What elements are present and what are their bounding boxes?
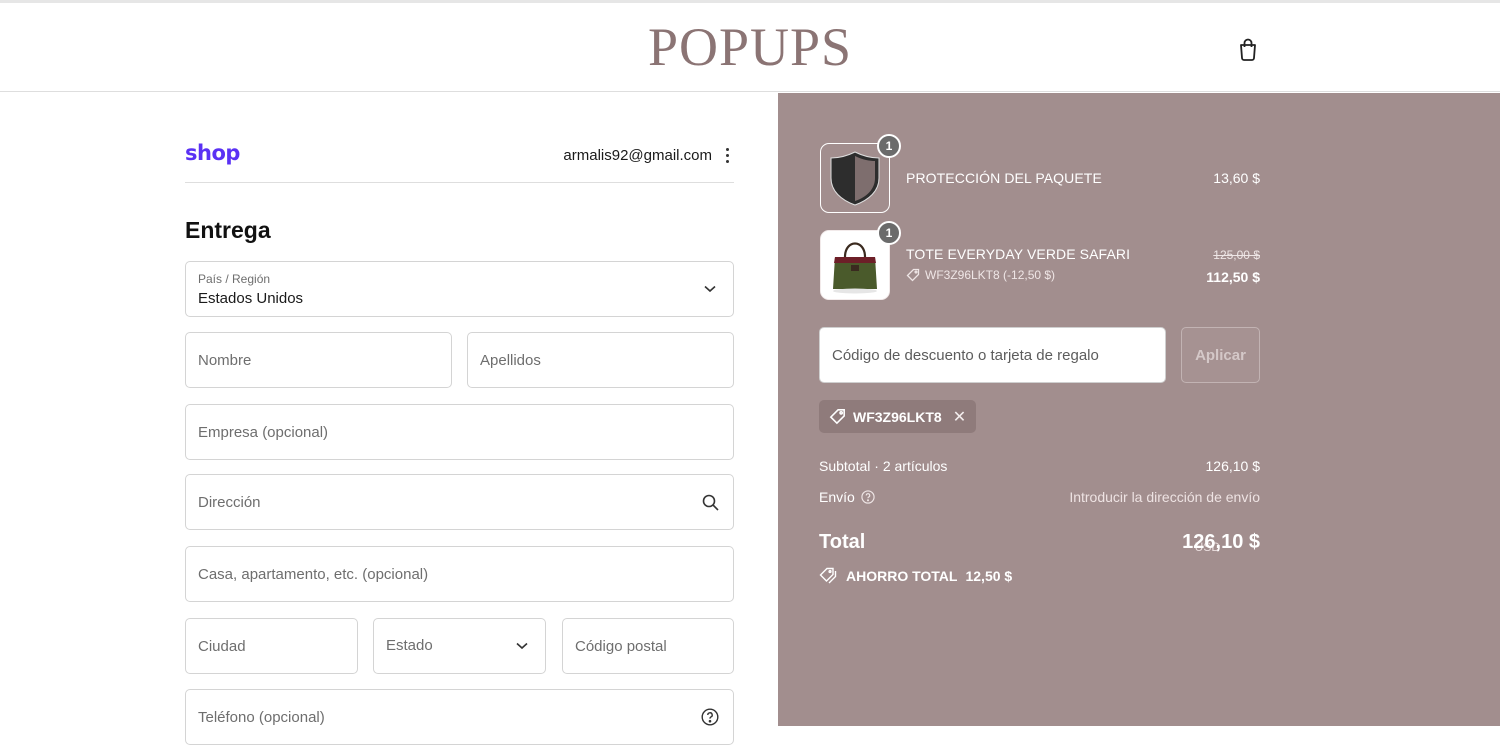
discount-input[interactable] [832, 328, 1152, 382]
address-input[interactable] [198, 475, 695, 529]
item-original-price: 125,00 $ [1213, 248, 1260, 262]
applied-code: WF3Z96LKT8 [853, 408, 942, 425]
delivery-title: Entrega [185, 217, 271, 243]
country-value: Estados Unidos [198, 290, 304, 307]
shipping-value: Introducir la dirección de envío [1069, 489, 1260, 505]
tag-icon [906, 268, 920, 282]
shipping-label: Envío [819, 489, 855, 505]
zip-input[interactable] [575, 619, 695, 673]
state-select[interactable]: Estado [373, 618, 546, 674]
site-header: POPUPS [0, 3, 1500, 92]
first-name-field[interactable] [185, 332, 452, 388]
country-select[interactable]: País / Región Estados Unidos [185, 261, 734, 317]
item-name: TOTE EVERYDAY VERDE SAFARI [906, 246, 1131, 262]
tags-icon [819, 567, 837, 584]
shield-icon [830, 151, 880, 206]
state-label: Estado [386, 637, 433, 654]
city-field[interactable] [185, 618, 358, 674]
subtotal-value: 126,10 $ [1205, 458, 1261, 474]
total-value: 126,10 $ [1182, 531, 1260, 553]
quantity-badge: 1 [877, 221, 901, 245]
total-label: Total [819, 531, 866, 553]
help-icon[interactable] [861, 490, 875, 504]
tag-icon [829, 409, 845, 425]
chevron-down-icon [513, 637, 531, 655]
tote-bag-image [821, 231, 889, 299]
last-name-field[interactable] [467, 332, 734, 388]
total-savings: AHORRO TOTAL 12,50 $ [819, 567, 1012, 584]
discount-field[interactable] [819, 327, 1166, 383]
subtotal-label: Subtotal · 2 artículos [819, 458, 948, 474]
item-name: PROTECCIÓN DEL PAQUETE [906, 170, 1102, 186]
account-email: armalis92@gmail.com [563, 147, 712, 164]
item-thumbnail: 1 [820, 134, 901, 213]
checkout-form: shop armalis92@gmail.com Entrega País / … [0, 93, 778, 745]
shop-pay-logo: shop [185, 141, 240, 165]
applied-code-chip: WF3Z96LKT8 ✕ [819, 400, 977, 433]
shop-account-bar: shop armalis92@gmail.com [185, 137, 734, 183]
item-discount: WF3Z96LKT8 (-12,50 $) [906, 268, 1055, 282]
search-icon [701, 493, 719, 511]
help-icon[interactable] [701, 708, 719, 726]
remove-code-icon[interactable]: ✕ [953, 407, 966, 427]
quantity-badge: 1 [877, 134, 901, 158]
store-logo[interactable]: POPUPS [0, 17, 1500, 77]
last-name-input[interactable] [480, 333, 695, 387]
savings-label: AHORRO TOTAL [846, 567, 958, 584]
item-thumbnail: 1 [820, 221, 901, 300]
city-input[interactable] [198, 619, 319, 673]
phone-input[interactable] [198, 690, 695, 744]
apartment-field[interactable] [185, 546, 734, 602]
shipping-row-label: Envío [819, 489, 875, 505]
apply-button[interactable]: Aplicar [1181, 327, 1260, 383]
first-name-input[interactable] [198, 333, 413, 387]
country-label: País / Región [198, 272, 271, 286]
zip-field[interactable] [562, 618, 734, 674]
phone-field[interactable] [185, 689, 734, 745]
company-input[interactable] [198, 405, 695, 459]
item-discount-code: WF3Z96LKT8 (-12,50 $) [925, 268, 1056, 282]
apartment-input[interactable] [198, 547, 695, 601]
more-options-icon[interactable] [720, 145, 734, 165]
savings-value: 12,50 $ [965, 567, 1013, 584]
company-field[interactable] [185, 404, 734, 460]
item-price: 13,60 $ [1213, 170, 1260, 186]
shopping-bag-icon[interactable] [1234, 35, 1262, 63]
address-field[interactable] [185, 474, 734, 530]
item-price: 112,50 $ [1206, 269, 1260, 285]
chevron-down-icon [701, 280, 719, 298]
order-summary: 1 PROTECCIÓN DEL PAQUETE 13,60 $ 1 TOTE … [778, 93, 1500, 726]
